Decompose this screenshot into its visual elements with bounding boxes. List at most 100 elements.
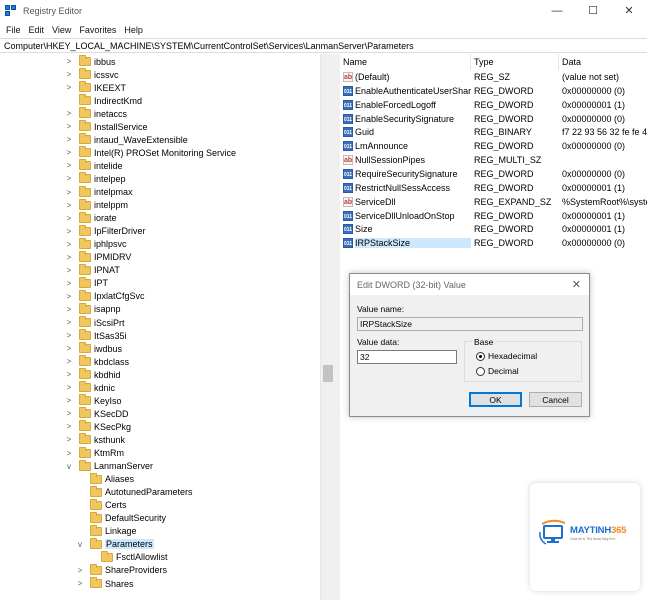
expand-chevron-icon[interactable]: > [65,290,73,303]
tree-item[interactable]: Linkage [76,524,137,538]
tree-item[interactable]: Aliases [76,472,134,486]
value-row[interactable]: 011 EnableSecuritySignature REG_DWORD 0x000… [340,113,647,126]
expand-chevron-icon[interactable]: > [65,264,73,277]
expand-chevron-icon[interactable]: > [65,342,73,355]
tree-item[interactable]: > IPT [65,276,108,290]
tree-item[interactable]: Certs [76,498,127,512]
tree-item[interactable]: > KeyIso [65,394,122,407]
tree-item[interactable]: > intaud_WaveExtensible [65,133,188,146]
tree-item[interactable]: > intelide [65,159,123,172]
value-row[interactable]: ab ServiceDll REG_EXPAND_SZ %SystemRoot%\sy… [340,196,647,209]
menu-help[interactable]: Help [122,25,149,35]
column-header-name[interactable]: Name [340,54,471,70]
tree-item[interactable]: > KSecDD [65,407,129,420]
tree-item[interactable]: > kbdclass [65,355,129,368]
expand-chevron-icon[interactable]: > [65,316,73,329]
tree-item[interactable]: > inetaccs [65,107,127,120]
radio-dec-indicator[interactable] [476,366,485,376]
tree-item[interactable]: FsctlAllowlist [87,550,168,564]
expand-chevron-icon[interactable]: > [65,447,73,460]
radio-hex-indicator[interactable] [476,351,485,361]
tree-item[interactable]: > ksthunk [65,433,125,446]
value-row[interactable]: 011 ServiceDllUnloadOnStop REG_DWORD 0x0000… [340,210,647,223]
collapse-chevron-icon[interactable]: v [76,538,84,551]
tree-item[interactable]: > iwdbus [65,342,122,355]
radio-decimal[interactable]: Decimal [476,366,519,376]
tree-item[interactable]: > Intel(R) PROSet Monitoring Service [65,146,236,159]
tree-item[interactable]: > ItSas35i [65,329,127,342]
value-row[interactable]: 011Guid REG_BINARY f7 22 93 56 32 fe fe 40… [340,126,647,139]
menu-favorites[interactable]: Favorites [77,25,122,35]
expand-chevron-icon[interactable]: > [76,564,84,577]
expand-chevron-icon[interactable]: > [65,186,73,199]
expand-chevron-icon[interactable]: > [65,81,73,94]
tree-item[interactable]: > IKEEXT [65,81,126,94]
collapse-chevron-icon[interactable]: v [65,460,73,473]
expand-chevron-icon[interactable]: > [65,368,73,381]
tree-item[interactable]: > KtmRm [65,446,124,460]
tree-item[interactable]: > IpxlatCfgSvc [65,289,145,303]
tree-item[interactable]: > icssvc [65,68,119,81]
ok-button[interactable]: OK [469,392,522,407]
tree-item[interactable]: > Shares [76,577,134,590]
expand-chevron-icon[interactable]: > [65,277,73,290]
value-row[interactable]: 011 IRPStackSize REG_DWORD 0x00000000 (0) [340,237,647,250]
expand-chevron-icon[interactable]: > [65,120,73,133]
value-data-field[interactable]: 32 [357,350,457,364]
expand-chevron-icon[interactable]: > [76,577,84,590]
value-row[interactable]: 011 EnableForcedLogoff REG_DWORD 0x00000001… [340,99,647,112]
tree-item[interactable]: > iScsiPrt [65,316,125,329]
expand-chevron-icon[interactable]: > [65,303,73,316]
tree-item[interactable]: > kdnic [65,381,115,394]
tree-item[interactable]: > InstallService [65,120,148,133]
tree-item[interactable]: > ShareProviders [76,563,167,577]
menu-file[interactable]: File [4,25,27,35]
tree-scrollbar[interactable] [320,54,334,600]
expand-chevron-icon[interactable]: > [65,433,73,446]
tree-item[interactable]: v LanmanServer [65,459,153,473]
tree-item[interactable]: v Parameters [76,537,154,551]
tree-item[interactable]: > IpFilterDriver [65,224,146,238]
tree-item[interactable]: > intelpep [65,172,126,185]
value-row[interactable]: ab (Default) REG_SZ (value not set) [340,71,647,84]
address-bar[interactable]: Computer\HKEY_LOCAL_MACHINE\SYSTEM\Curre… [0,38,647,53]
tree-item[interactable]: > iphlpsvc [65,237,127,251]
cancel-button[interactable]: Cancel [529,392,582,407]
column-header-type[interactable]: Type [471,54,559,70]
tree-item[interactable]: > intelpmax [65,185,133,199]
tree-scrollbar-thumb[interactable] [323,365,333,382]
expand-chevron-icon[interactable]: > [65,225,73,238]
menu-view[interactable]: View [50,25,77,35]
expand-chevron-icon[interactable]: > [65,133,73,146]
expand-chevron-icon[interactable]: > [65,68,73,81]
value-row[interactable]: 011 LmAnnounce REG_DWORD 0x00000000 (0) [340,140,647,153]
value-row[interactable]: ab NullSessionPipes REG_MULTI_SZ [340,154,647,167]
menu-edit[interactable]: Edit [27,25,51,35]
tree-item[interactable]: IndirectKmd [65,94,142,107]
tree-item[interactable]: DefaultSecurity [76,511,166,525]
expand-chevron-icon[interactable]: > [65,355,73,368]
radio-hexadecimal[interactable]: Hexadecimal [476,351,537,361]
expand-chevron-icon[interactable]: > [65,407,73,420]
tree-item[interactable]: > IPMIDRV [65,250,131,264]
value-name-field[interactable]: IRPStackSize [357,317,583,331]
expand-chevron-icon[interactable]: > [65,394,73,407]
expand-chevron-icon[interactable]: > [65,199,73,212]
expand-chevron-icon[interactable]: > [65,420,73,433]
value-row[interactable]: 011 Size REG_DWORD 0x00000001 (1) [340,223,647,236]
tree-item[interactable]: > IPNAT [65,263,120,277]
expand-chevron-icon[interactable]: > [65,212,73,225]
dialog-close-icon[interactable]: ✕ [572,278,581,291]
value-row[interactable]: 011 RequireSecuritySignature REG_DWORD 0x00… [340,168,647,181]
tree-item[interactable]: > kbdhid [65,368,121,381]
value-row[interactable]: 011 EnableAuthenticateUserShar... REG_DWOR… [340,85,647,98]
expand-chevron-icon[interactable]: > [65,159,73,172]
expand-chevron-icon[interactable]: > [65,238,73,251]
tree-item[interactable]: > iorate [65,211,117,225]
tree-item[interactable]: AutotunedParameters [76,485,193,499]
expand-chevron-icon[interactable]: > [65,146,73,159]
close-button[interactable]: ✕ [611,0,647,21]
expand-chevron-icon[interactable]: > [65,381,73,394]
expand-chevron-icon[interactable]: > [65,251,73,264]
expand-chevron-icon[interactable]: > [65,107,73,120]
